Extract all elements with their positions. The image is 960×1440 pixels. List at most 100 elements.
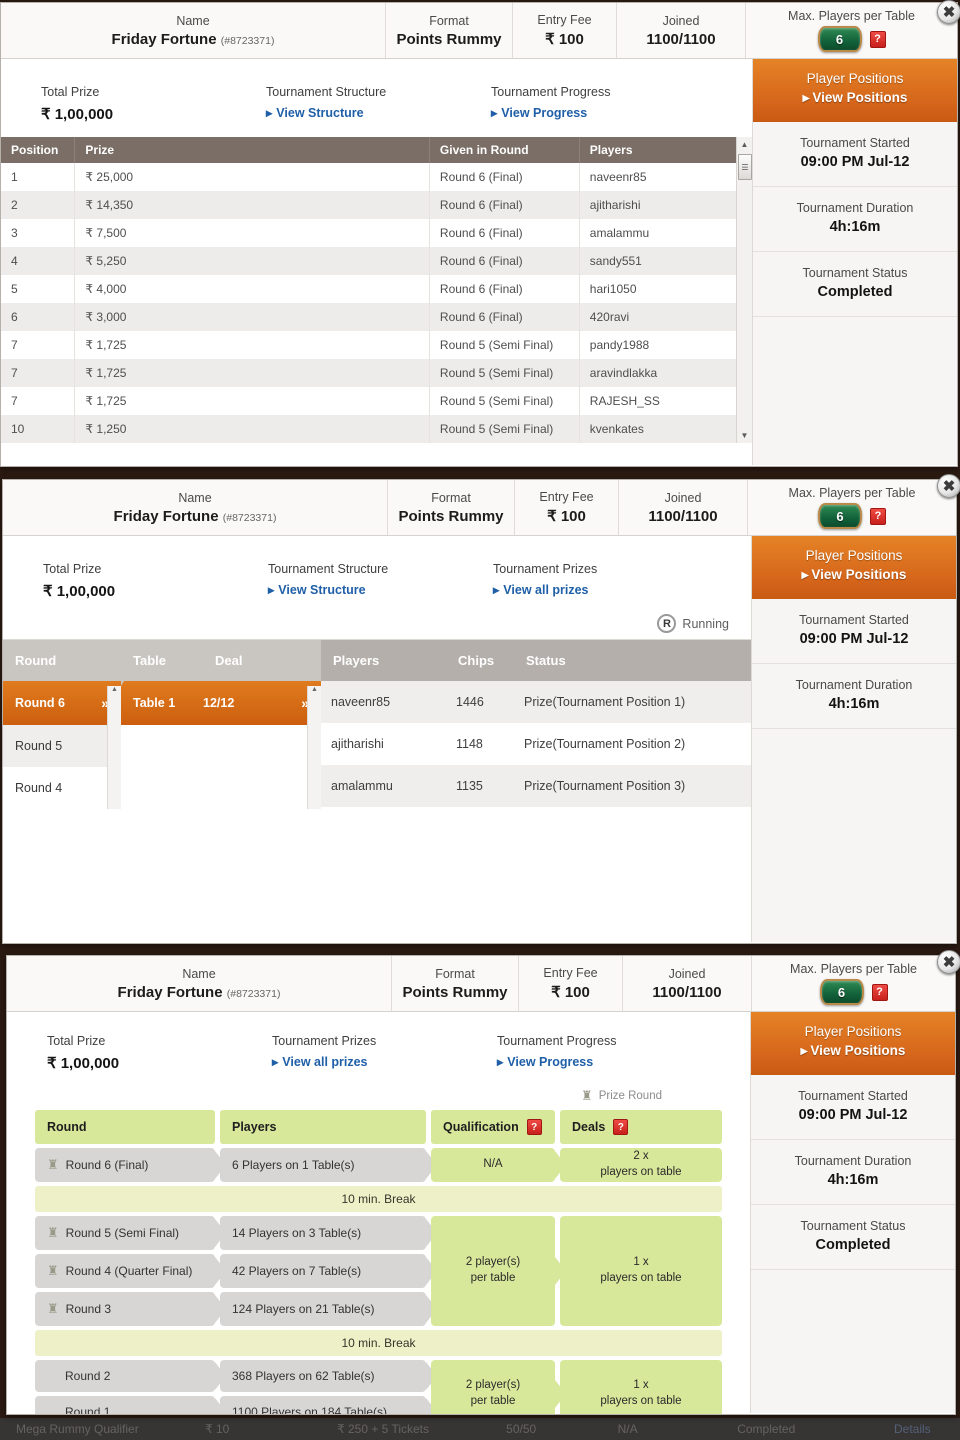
sidebar-label: Tournament Duration (794, 1154, 912, 1168)
view-progress-link[interactable]: View Progress (497, 1054, 750, 1069)
cell-round: Round 5 (Semi Final) (429, 415, 580, 443)
player-row[interactable]: amalammu 1135 Prize(Tournament Position 3) (321, 765, 751, 807)
panel3-main: Total Prize ₹ 1,00,000 Tournament Prizes… (7, 1012, 750, 1414)
panel2-summary: Total Prize ₹ 1,00,000 Tournament Struct… (3, 536, 751, 614)
summary-total-prize: Total Prize ₹ 1,00,000 (1, 85, 226, 123)
view-structure-link[interactable]: View Structure (268, 582, 453, 597)
table-row[interactable]: 7 ₹ 1,725 Round 5 (Semi Final) RAJESH_SS (1, 387, 753, 415)
cell-position: 7 (1, 387, 76, 415)
tournament-structure-dialog: Name Friday Fortune (#8723371) Format Po… (6, 955, 956, 1415)
bg-row-details-link[interactable]: Details (894, 1422, 960, 1436)
poker-table-icon: 6 (818, 503, 862, 529)
view-all-prizes-link[interactable]: View all prizes (272, 1054, 457, 1069)
summary-tournament-structure: Tournament Structure View Structure (228, 562, 453, 600)
round-list-item[interactable]: Round 4 (3, 767, 121, 809)
structure-group: ♜ Round 5 (Semi Final) 14 Players on 3 Tab… (35, 1216, 722, 1326)
table-row[interactable]: 4 ₹ 5,250 Round 6 (Final) sandy551 (1, 247, 753, 275)
player-row[interactable]: ajitharishi 1148 Prize(Tournament Position… (321, 723, 751, 765)
close-icon[interactable]: ✖ (937, 0, 960, 24)
view-all-prizes-link[interactable]: View all prizes (493, 582, 751, 597)
structure-group: ♜ Round 6 (Final) 6 Players on 1 Table(s) N… (35, 1148, 722, 1182)
players-column-header: Players Chips Status (321, 640, 751, 681)
close-icon[interactable]: ✖ (937, 474, 960, 498)
summary-label: Total Prize (41, 85, 100, 99)
entryfee-value: ₹ 100 (545, 31, 584, 48)
dialog-header: Name Friday Fortune (#8723371) Format Po… (7, 956, 955, 1012)
help-question-icon[interactable]: ? (870, 507, 886, 525)
scroll-up-icon[interactable]: ▲ (308, 686, 321, 698)
format-label: Format (435, 966, 475, 981)
table-column: Table Deal Table 1 12/12» ▲ (121, 640, 321, 809)
prize-table-scrollbar[interactable]: ▲ ☰ ▼ (736, 137, 752, 443)
summary-value: ₹ 1,00,000 (47, 1055, 120, 1072)
table-row[interactable]: 2 ₹ 14,350 Round 6 (Final) ajitharishi (1, 191, 753, 219)
table-row[interactable]: 7 ₹ 1,725 Round 5 (Semi Final) aravindlakka (1, 359, 753, 387)
player-positions-header[interactable]: Player Positions View Positions (751, 1012, 955, 1075)
round-scrollbar[interactable]: ▲ (107, 686, 121, 809)
player-name: ajitharishi (331, 737, 384, 751)
players-header-label: Players (333, 653, 380, 668)
scroll-up-icon[interactable]: ▲ (737, 137, 752, 152)
trophy-icon: ♜ (47, 1225, 59, 1240)
round-list-item[interactable]: Round 6» (3, 681, 121, 725)
close-icon[interactable]: ✖ (937, 950, 960, 974)
cell-round: Round 6 (Final) (429, 303, 580, 331)
table-row[interactable]: 6 ₹ 3,000 Round 6 (Final) 420ravi (1, 303, 753, 331)
joined-label: Joined (664, 490, 702, 505)
player-row[interactable]: naveenr85 1446 Prize(Tournament Position 1… (321, 681, 751, 723)
structure-players-cell: 1100 Players on 184 Table(s) (220, 1396, 426, 1414)
summary-label: Tournament Structure (266, 85, 387, 99)
sidebar-label: Tournament Duration (796, 201, 914, 215)
table-row[interactable]: 1 ₹ 25,000 Round 6 (Final) naveenr85 (1, 163, 753, 191)
cell-player: pandy1988 (579, 331, 753, 359)
table-scrollbar[interactable]: ▲ (307, 686, 321, 809)
structure-row: ♜ Round 3 124 Players on 21 Table(s) (35, 1292, 426, 1326)
trophy-icon: ♜ (581, 1088, 593, 1103)
panel1-sidebar: Player Positions View Positions Tourname… (752, 59, 957, 465)
view-positions-link[interactable]: View Positions (759, 90, 951, 106)
sidebar-value: 09:00 PM Jul-12 (798, 1107, 908, 1123)
table-row[interactable]: 5 ₹ 4,000 Round 6 (Final) hari1050 (1, 275, 753, 303)
scroll-down-icon[interactable]: ▼ (737, 428, 752, 443)
table-row[interactable]: 10 ₹ 1,250 Round 5 (Semi Final) kvenkates (1, 415, 753, 443)
cell-position: 2 (1, 191, 76, 219)
player-positions-header[interactable]: Player Positions View Positions (753, 59, 957, 122)
structure-players-cell: 42 Players on 7 Table(s) (220, 1254, 426, 1288)
header-name-cell: Name Friday Fortune (#8723371) (1, 3, 386, 58)
sidebar-label: Tournament Status (802, 266, 908, 280)
table-name: Table 1 (133, 696, 176, 710)
cell-position: 10 (1, 415, 76, 443)
sidebar-value: Completed (817, 284, 893, 300)
help-question-icon[interactable]: ? (869, 30, 886, 48)
round-list-item[interactable]: Round 5 (3, 725, 121, 767)
header-joined-cell: Joined 1100/1100 (617, 3, 746, 58)
view-structure-link[interactable]: View Structure (266, 105, 451, 120)
table-row[interactable]: 7 ₹ 1,725 Round 5 (Semi Final) pandy1988 (1, 331, 753, 359)
view-positions-link[interactable]: View Positions (758, 567, 950, 583)
player-positions-header[interactable]: Player Positions View Positions (752, 536, 956, 599)
tournament-id: (#8723371) (226, 987, 281, 1000)
table-list-item[interactable]: Table 1 12/12» (121, 681, 321, 725)
structure-deals-cell: 2 x players on table (560, 1148, 722, 1182)
view-progress-link[interactable]: View Progress (491, 105, 752, 120)
trophy-icon: ♜ (47, 1157, 59, 1172)
help-question-icon[interactable]: ? (871, 983, 888, 1001)
player-status: Prize(Tournament Position 3) (524, 779, 686, 793)
table-row[interactable]: 3 ₹ 7,500 Round 6 (Final) amalammu (1, 219, 753, 247)
player-positions-title: Player Positions (806, 71, 904, 86)
structure-players-cell: 368 Players on 62 Table(s) (220, 1360, 426, 1392)
sidebar-value: 4h:16m (828, 696, 880, 712)
qualification-help-icon[interactable]: ? (526, 1119, 542, 1135)
player-status: Prize(Tournament Position 1) (524, 695, 686, 709)
sidebar-item-started: Tournament Started 09:00 PM Jul-12 (752, 599, 956, 664)
format-value: Points Rummy (398, 507, 504, 525)
panel1-main: Total Prize ₹ 1,00,000 Tournament Struct… (1, 59, 753, 465)
format-value: Points Rummy (402, 983, 508, 1001)
scrollbar-thumb[interactable]: ☰ (738, 154, 752, 180)
background-tournament-row[interactable]: Mega Rummy Qualifier ₹ 10 ₹ 250 + 5 Tick… (0, 1418, 960, 1440)
deals-help-icon[interactable]: ? (613, 1119, 629, 1135)
tournament-id: (#8723371) (220, 34, 275, 47)
round-label: Round 4 (Quarter Final) (65, 1264, 193, 1278)
scroll-up-icon[interactable]: ▲ (108, 686, 121, 698)
view-positions-link[interactable]: View Positions (757, 1043, 949, 1059)
